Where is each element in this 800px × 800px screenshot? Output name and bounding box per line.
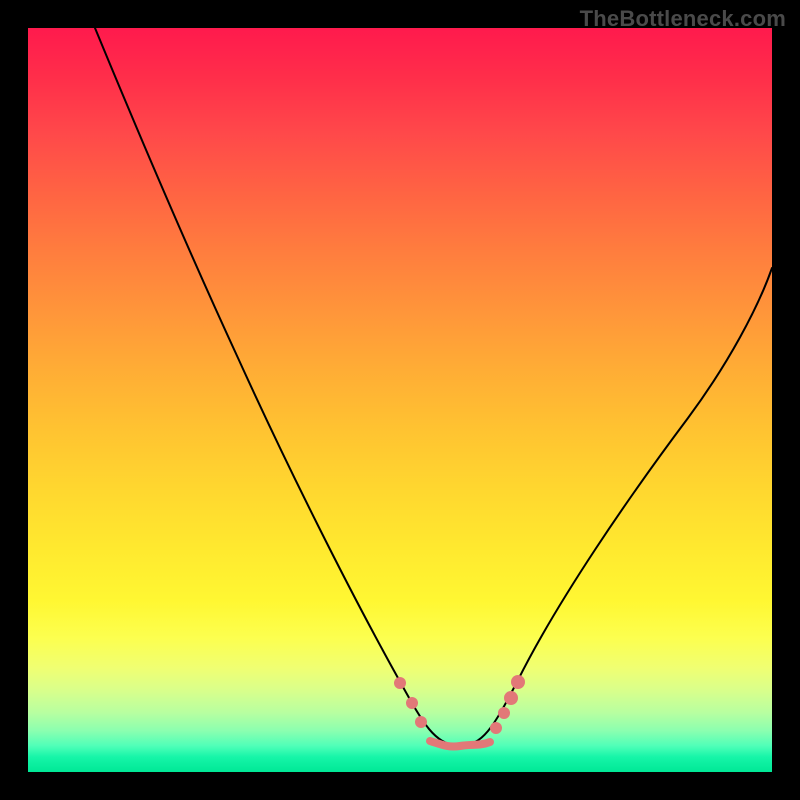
dot-icon bbox=[504, 691, 518, 705]
curve-path bbox=[95, 28, 772, 746]
flat-segment-icon bbox=[430, 741, 490, 747]
dot-icon bbox=[498, 707, 510, 719]
dot-icon bbox=[415, 716, 427, 728]
dot-icon bbox=[490, 722, 502, 734]
marker-cluster bbox=[394, 675, 525, 747]
dot-icon bbox=[394, 677, 406, 689]
chart-frame: TheBottleneck.com bbox=[0, 0, 800, 800]
watermark-text: TheBottleneck.com bbox=[580, 6, 786, 32]
dot-icon bbox=[511, 675, 525, 689]
plot-area bbox=[28, 28, 772, 772]
dot-icon bbox=[406, 697, 418, 709]
bottleneck-curve bbox=[28, 28, 772, 772]
